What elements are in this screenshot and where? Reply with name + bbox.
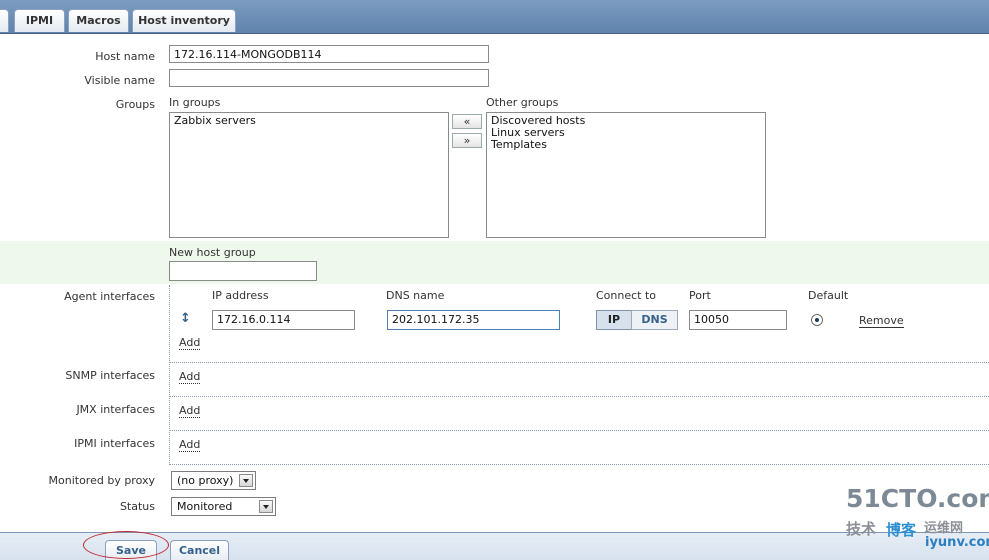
separator: [169, 396, 989, 397]
connect-to-dns-button[interactable]: DNS: [631, 310, 678, 330]
remove-interface-link[interactable]: Remove: [859, 315, 904, 328]
default-interface-radio[interactable]: [811, 314, 823, 326]
snmp-interfaces-label: SNMP interfaces: [65, 369, 155, 382]
visible-name-label: Visible name: [84, 74, 155, 87]
cancel-button[interactable]: Cancel: [170, 540, 229, 560]
other-groups-header: Other groups: [486, 96, 559, 109]
highlight-circle: [83, 531, 169, 559]
list-item[interactable]: Templates: [491, 139, 761, 151]
watermark-text-3: 运维网: [924, 521, 964, 536]
host-name-input[interactable]: 172.16.114-MONGODB114: [169, 45, 489, 63]
tab-macros[interactable]: Macros: [68, 9, 129, 32]
interfaces-left-border: [169, 285, 171, 465]
chevron-down-icon[interactable]: [259, 500, 273, 513]
drag-handle-icon[interactable]: ↕: [180, 311, 191, 326]
col-dns-name: DNS name: [386, 289, 445, 302]
agent-interfaces-label: Agent interfaces: [64, 290, 155, 303]
separator: [169, 464, 989, 465]
new-host-group-label: New host group: [169, 246, 256, 259]
move-group-left-button[interactable]: «: [452, 114, 482, 129]
tab-previous-partial[interactable]: [0, 9, 9, 32]
agent-port-input[interactable]: 10050: [689, 310, 787, 330]
proxy-select[interactable]: (no proxy): [171, 471, 256, 490]
status-label: Status: [119, 500, 155, 513]
status-select[interactable]: Monitored: [171, 497, 276, 516]
tab-host-inventory[interactable]: Host inventory: [132, 9, 236, 32]
visible-name-input[interactable]: [169, 69, 489, 87]
connect-to-ip-button[interactable]: IP: [596, 310, 632, 330]
col-connect-to: Connect to: [596, 289, 657, 302]
new-host-group-band: [0, 241, 989, 284]
chevron-down-icon[interactable]: [239, 474, 253, 487]
separator: [169, 362, 989, 363]
ipmi-add-link[interactable]: Add: [179, 439, 201, 452]
col-port: Port: [689, 289, 711, 302]
watermark-url: iyunv.com: [925, 535, 989, 550]
new-host-group-input[interactable]: [169, 261, 317, 281]
separator: [169, 430, 989, 431]
jmx-add-link[interactable]: Add: [179, 405, 201, 418]
groups-label: Groups: [115, 98, 155, 111]
move-group-right-button[interactable]: »: [452, 133, 482, 148]
host-name-label: Host name: [95, 50, 155, 63]
other-groups-listbox[interactable]: Discovered hosts Linux servers Templates: [486, 112, 766, 238]
watermark-text-2: 博客: [886, 521, 917, 539]
in-groups-header: In groups: [169, 96, 221, 109]
proxy-select-value: (no proxy): [177, 474, 234, 487]
in-groups-listbox[interactable]: Zabbix servers: [169, 112, 449, 238]
agent-dns-input[interactable]: 202.101.172.35: [387, 310, 560, 330]
status-select-value: Monitored: [177, 500, 233, 513]
col-ip-address: IP address: [212, 289, 269, 302]
ipmi-interfaces-label: IPMI interfaces: [74, 437, 155, 450]
col-default: Default: [808, 289, 849, 302]
list-item[interactable]: Zabbix servers: [174, 115, 444, 127]
watermark-text-1: 技术: [846, 520, 877, 538]
agent-add-link[interactable]: Add: [179, 337, 201, 350]
jmx-interfaces-label: JMX interfaces: [76, 403, 155, 416]
agent-ip-input[interactable]: 172.16.0.114: [212, 310, 355, 330]
tab-ipmi[interactable]: IPMI: [14, 9, 65, 32]
watermark-logo: 51CTO.com: [846, 484, 989, 513]
snmp-add-link[interactable]: Add: [179, 371, 201, 384]
monitored-by-proxy-label: Monitored by proxy: [48, 474, 155, 487]
